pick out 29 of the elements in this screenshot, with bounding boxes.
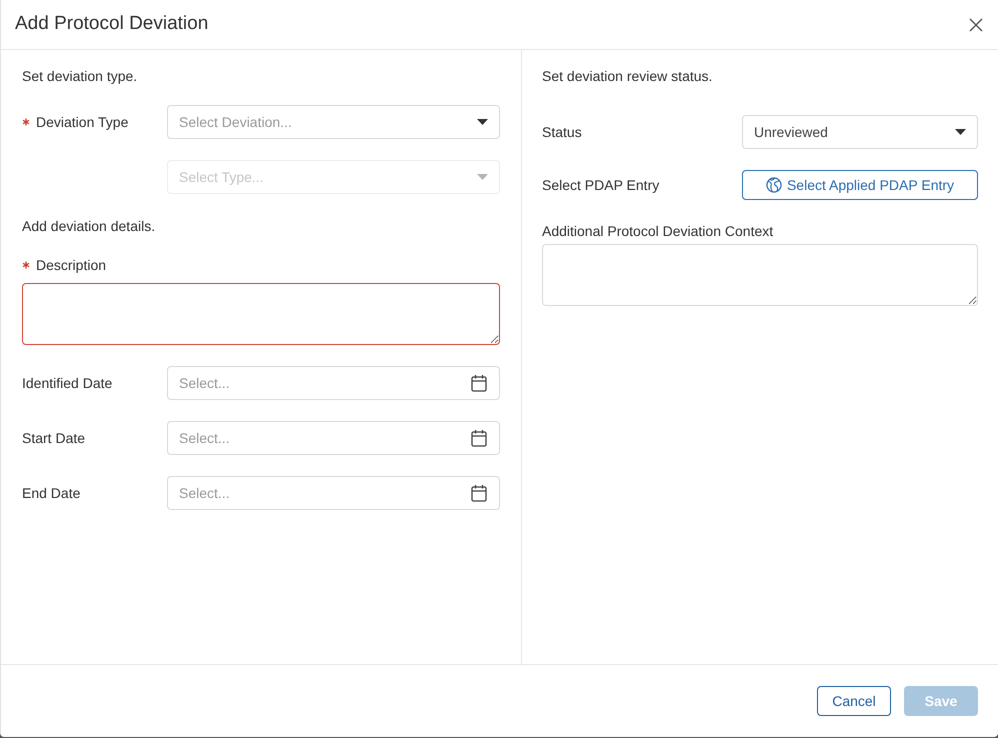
dialog-title: Add Protocol Deviation — [15, 12, 208, 36]
date-field[interactable]: Select... — [167, 476, 500, 510]
caret-icon — [477, 174, 488, 180]
field-label: Deviation Type — [36, 113, 128, 132]
field-label: Additional Protocol Deviation Context — [542, 222, 774, 241]
dropdown-field[interactable]: Unreviewed — [742, 115, 978, 149]
section-heading: Add deviation details. — [22, 217, 156, 236]
caret-icon — [955, 129, 966, 135]
field-label: Identified Date — [22, 374, 112, 393]
dropdown-field: Select Type... — [167, 160, 500, 194]
globe-icon — [766, 177, 782, 193]
field-label: Select PDAP Entry — [542, 176, 660, 195]
field-label: Description — [36, 256, 106, 275]
calendar-icon — [471, 484, 487, 502]
section-heading: Set deviation review status. — [542, 67, 714, 86]
date-field[interactable]: Select... — [167, 366, 500, 400]
dropdown-field[interactable]: Select Deviation... — [167, 105, 500, 139]
calendar-icon — [471, 374, 487, 392]
field-label: Status — [542, 123, 582, 142]
pdap-entry-button[interactable]: Select Applied PDAP Entry — [742, 170, 978, 200]
caret-icon — [477, 119, 488, 125]
field-label: Start Date — [22, 429, 86, 448]
section-heading: Set deviation type. — [22, 67, 138, 86]
close-icon — [969, 18, 983, 32]
date-field[interactable]: Select... — [167, 421, 500, 455]
cancel-button[interactable]: Cancel — [817, 686, 891, 716]
field-label: End Date — [22, 484, 80, 503]
text-area[interactable] — [22, 283, 500, 345]
calendar-icon — [471, 429, 487, 447]
